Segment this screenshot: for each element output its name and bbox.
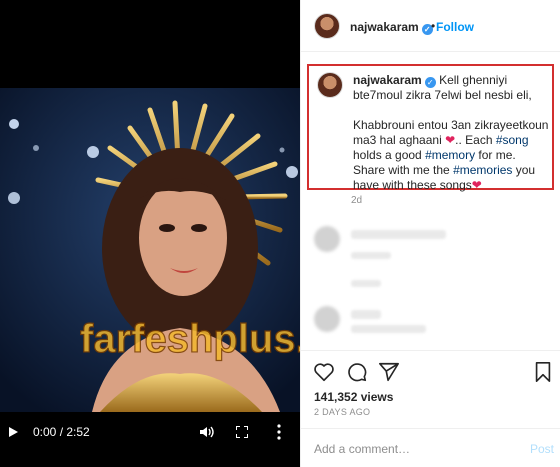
comment-input[interactable] (314, 441, 514, 457)
fullscreen-icon[interactable] (236, 426, 248, 438)
comment-text-blurred (351, 325, 426, 333)
caption-age: 2d (351, 195, 363, 206)
username-text[interactable]: najwakaram (350, 20, 419, 34)
follow-button[interactable]: Follow (436, 20, 474, 34)
comment-text-blurred (351, 310, 381, 319)
heart-emoji: ❤ (471, 178, 482, 192)
comment-avatar (314, 306, 340, 332)
comment-meta-blurred (351, 280, 381, 287)
verified-icon: ✓ (424, 77, 436, 88)
caption-line-2d: for me. (475, 148, 516, 162)
hashtag-memory[interactable]: #memory (425, 148, 475, 162)
post-username[interactable]: najwakaram ✓ (350, 20, 433, 35)
video-still-image: farfeshplus.com (0, 88, 300, 412)
post-header: najwakaram ✓ • Follow (301, 0, 560, 52)
video-time: 0:00 / 2:52 (33, 425, 90, 439)
caption-line-2c: holds a good (353, 148, 426, 162)
views-count[interactable]: 141,352 views (314, 390, 393, 404)
video-controls: 0:00 / 2:52 (0, 412, 300, 467)
caption-highlight: najwakaram ✓ Kell ghenniyi bte7moul zikra… (307, 64, 554, 193)
comment-icon[interactable] (346, 361, 368, 383)
avatar[interactable] (314, 13, 340, 39)
video-player[interactable]: farfeshplus.com 0:00 / 2:52 (0, 0, 300, 467)
hashtag-song[interactable]: #song (496, 133, 529, 147)
comment-avatar (314, 226, 340, 252)
post-caption: najwakaram ✓ Kell ghenniyi bte7moul zikra… (353, 73, 549, 193)
bookmark-icon[interactable] (532, 361, 554, 383)
post-date[interactable]: 2 DAYS AGO (314, 407, 370, 417)
comment-bar: Post (301, 428, 560, 467)
post-actions (301, 350, 560, 390)
volume-icon[interactable] (199, 424, 215, 440)
play-icon[interactable] (9, 427, 18, 437)
caption-line-3a: Share with me the (353, 163, 454, 177)
caption-username[interactable]: najwakaram (353, 73, 422, 87)
watermark-text: farfeshplus.com (80, 317, 300, 361)
hashtag-memories[interactable]: #memories (453, 163, 512, 177)
more-vertical-icon[interactable] (276, 424, 282, 440)
heart-emoji: ❤ (445, 133, 456, 147)
post-button[interactable]: Post (530, 442, 554, 456)
caption-line-2b: .. Each (455, 133, 496, 147)
caption-avatar[interactable] (317, 72, 343, 98)
separator-dot: • (431, 19, 436, 33)
comment-meta-blurred (351, 252, 391, 259)
share-icon[interactable] (378, 361, 400, 383)
post-panel: najwakaram ✓ • Follow najwakaram ✓ Kell gh… (300, 0, 560, 467)
video-frame[interactable]: farfeshplus.com (0, 88, 300, 412)
comment-text-blurred (351, 230, 446, 239)
like-heart-icon[interactable] (313, 361, 335, 383)
